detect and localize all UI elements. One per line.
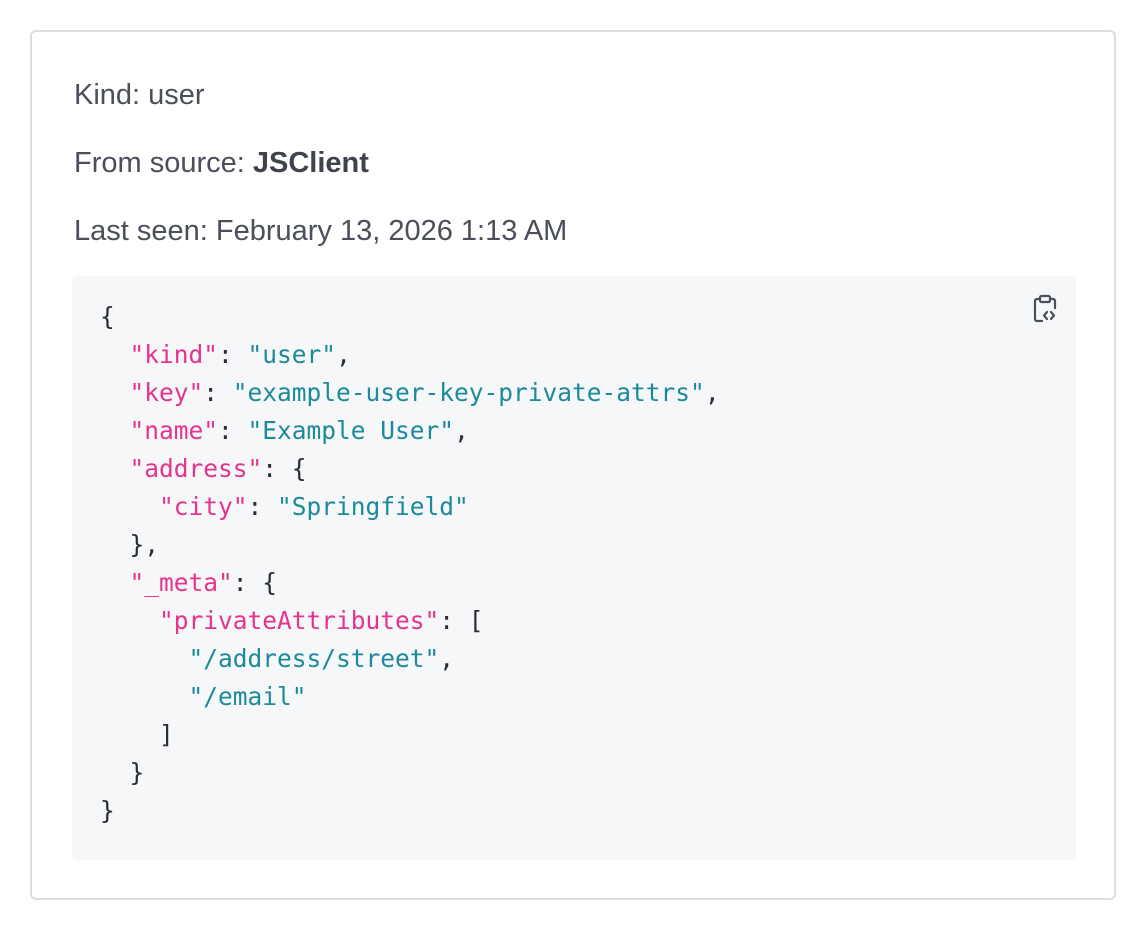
last-seen-value: February 13, 2026 1:13 AM bbox=[215, 215, 568, 247]
json-code-block: { "kind": "user", "key": "example-user-k… bbox=[72, 276, 1076, 860]
json-key: "kind" bbox=[129, 340, 219, 369]
json-string: "example-user-key-private-attrs" bbox=[232, 378, 705, 407]
source-line: From source: JSClient bbox=[74, 146, 369, 180]
clipboard-code-icon bbox=[1033, 294, 1057, 323]
json-key: "key" bbox=[129, 378, 204, 407]
json-string: "Example User" bbox=[247, 416, 455, 445]
json-key: "address" bbox=[129, 454, 263, 483]
last-seen-label: Last seen: bbox=[74, 215, 216, 247]
last-seen-line: Last seen: February 13, 2026 1:13 AM bbox=[74, 214, 567, 248]
kind-value: user bbox=[148, 79, 205, 111]
context-details-card: Kind: user From source: JSClient Last se… bbox=[30, 30, 1116, 900]
json-string: "Springfield" bbox=[277, 492, 469, 521]
json-key: "privateAttributes" bbox=[159, 606, 440, 635]
source-value: JSClient bbox=[252, 147, 369, 179]
kind-label: Kind: bbox=[74, 79, 149, 111]
json-string: "user" bbox=[247, 340, 337, 369]
json-string: "/email" bbox=[188, 682, 307, 711]
json-key: "city" bbox=[159, 492, 248, 521]
json-string: "/address/street" bbox=[188, 644, 440, 673]
json-key: "name" bbox=[129, 416, 219, 445]
copy-code-button[interactable] bbox=[1030, 292, 1060, 326]
source-label: From source: bbox=[74, 147, 253, 179]
json-key: "_meta" bbox=[129, 568, 233, 597]
json-content[interactable]: { "kind": "user", "key": "example-user-k… bbox=[100, 298, 720, 830]
kind-line: Kind: user bbox=[74, 78, 205, 112]
